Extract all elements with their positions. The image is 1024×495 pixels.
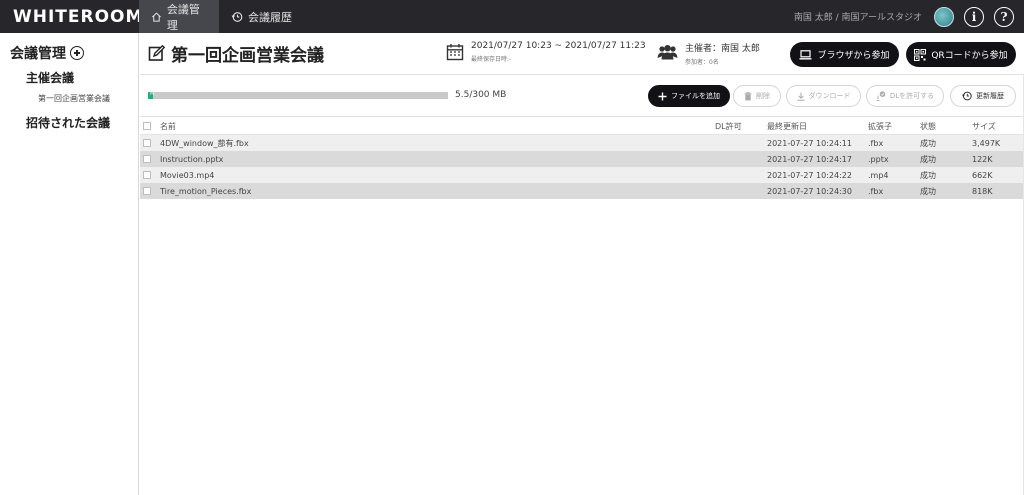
storage-bar-tag: M bbox=[150, 91, 155, 97]
add-file-label: ファイルを追加 bbox=[671, 92, 720, 100]
avatar[interactable] bbox=[934, 6, 954, 27]
file-toolbar: M 5.5/300 MB ファイルを追加 削除 ダウンロード DLを許可する 更… bbox=[140, 75, 1024, 117]
file-name: Tire_motion_Pieces.fbx bbox=[160, 186, 252, 196]
history-icon bbox=[231, 11, 243, 22]
qr-icon bbox=[914, 48, 927, 61]
sidebar: 会議管理 主催会議 第一回企画営業会議 招待された会議 bbox=[0, 33, 139, 495]
meeting-participants: 参加者：0名 bbox=[685, 59, 719, 66]
table-row[interactable]: 4DW_window_蔀有.fbx 2021-07-27 10:24:11 .f… bbox=[140, 135, 1024, 151]
nav-tab-label: 会議管理 bbox=[166, 2, 200, 32]
col-status[interactable]: 状態 bbox=[920, 121, 936, 132]
col-ext[interactable]: 拡張子 bbox=[868, 121, 892, 132]
row-checkbox[interactable] bbox=[143, 187, 151, 195]
file-size: 818K bbox=[972, 186, 993, 196]
file-ext: .mp4 bbox=[868, 170, 889, 180]
nav-tab-label: 会議履歴 bbox=[248, 10, 292, 24]
meeting-header: 第一回企画営業会議 2021/07/27 10:23 ~ 2021/07/27 … bbox=[140, 33, 1024, 75]
trash-icon bbox=[744, 91, 752, 100]
update-history-label: 更新履歴 bbox=[976, 92, 1004, 100]
storage-usage: 5.5/300 MB bbox=[455, 90, 507, 100]
calendar-icon bbox=[446, 44, 464, 61]
history-refresh-icon bbox=[962, 91, 972, 101]
help-icon[interactable]: ? bbox=[994, 6, 1014, 27]
join-qr-button[interactable]: QRコードから参加 bbox=[906, 42, 1016, 67]
file-ext: .fbx bbox=[868, 138, 884, 148]
col-dl[interactable]: DL許可 bbox=[715, 121, 742, 132]
nav-tab-meeting-management[interactable]: 会議管理 bbox=[139, 0, 219, 33]
meeting-datetime: 2021/07/27 10:23 ~ 2021/07/27 11:23 bbox=[471, 41, 646, 51]
storage-bar: M bbox=[148, 91, 448, 99]
file-size: 3,497K bbox=[972, 138, 1001, 148]
file-size: 662K bbox=[972, 170, 993, 180]
allow-download-label: DLを許可する bbox=[889, 92, 935, 100]
sidebar-invited-heading[interactable]: 招待された会議 bbox=[26, 114, 138, 131]
check-download-icon bbox=[876, 91, 886, 101]
file-status: 成功 bbox=[920, 138, 936, 148]
table-header: 名前 DL許可 最終更新日 拡張子 状態 サイズ bbox=[140, 118, 1024, 135]
allow-download-button[interactable]: DLを許可する bbox=[866, 85, 944, 107]
row-checkbox[interactable] bbox=[143, 155, 151, 163]
meeting-date-block: 2021/07/27 10:23 ~ 2021/07/27 11:23 最終保存… bbox=[446, 41, 646, 63]
sidebar-hosted-heading[interactable]: 主催会議 bbox=[26, 69, 138, 86]
meeting-last-saved: 最終保存日時:- bbox=[471, 56, 512, 63]
laptop-icon bbox=[799, 49, 812, 59]
table-row[interactable]: Movie03.mp4 2021-07-27 10:24:22 .mp4 成功 … bbox=[140, 167, 1024, 183]
delete-button[interactable]: 削除 bbox=[733, 85, 781, 107]
file-ext: .fbx bbox=[868, 186, 884, 196]
file-status: 成功 bbox=[920, 154, 936, 164]
file-ext: .pptx bbox=[868, 154, 889, 164]
meeting-host-block: 主催者：南国 太郎 参加者：0名 bbox=[657, 41, 760, 66]
file-name: Instruction.pptx bbox=[160, 154, 224, 164]
user-name: 南国 太郎 / 南国アールスタジオ bbox=[793, 13, 922, 23]
page-title: 第一回企画営業会議 bbox=[171, 46, 324, 66]
people-icon bbox=[657, 45, 678, 60]
update-history-button[interactable]: 更新履歴 bbox=[950, 85, 1016, 107]
join-browser-label: ブラウザから参加 bbox=[817, 51, 890, 61]
col-name[interactable]: 名前 bbox=[160, 121, 176, 132]
table-row[interactable]: Tire_motion_Pieces.fbx 2021-07-27 10:24:… bbox=[140, 183, 1024, 199]
file-table: 名前 DL許可 最終更新日 拡張子 状態 サイズ 4DW_window_蔀有.f… bbox=[140, 118, 1024, 199]
home-icon bbox=[152, 11, 161, 22]
file-updated: 2021-07-27 10:24:17 bbox=[767, 154, 852, 164]
main-panel: 第一回企画営業会議 2021/07/27 10:23 ~ 2021/07/27 … bbox=[140, 33, 1024, 495]
user-area: 南国 太郎 / 南国アールスタジオ i ? bbox=[794, 0, 1024, 33]
title-wrap: 第一回企画営業会議 bbox=[148, 41, 324, 66]
delete-label: 削除 bbox=[756, 92, 770, 100]
sidebar-title: 会議管理 bbox=[10, 43, 138, 63]
file-name: 4DW_window_蔀有.fbx bbox=[160, 138, 249, 148]
top-bar: WHITEROOM 会議管理 会議履歴 南国 太郎 / 南国アールスタジオ i … bbox=[0, 0, 1024, 33]
file-size: 122K bbox=[972, 154, 993, 164]
plus-icon bbox=[658, 92, 667, 100]
add-file-button[interactable]: ファイルを追加 bbox=[648, 85, 730, 107]
meeting-host: 主催者：南国 太郎 bbox=[685, 44, 760, 54]
row-checkbox[interactable] bbox=[143, 171, 151, 179]
download-icon bbox=[797, 92, 804, 101]
file-updated: 2021-07-27 10:24:11 bbox=[767, 138, 852, 148]
select-all-checkbox[interactable] bbox=[143, 122, 151, 130]
join-qr-label: QRコードから参加 bbox=[931, 51, 1008, 61]
info-icon[interactable]: i bbox=[964, 6, 984, 27]
edit-icon[interactable] bbox=[148, 45, 165, 62]
file-status: 成功 bbox=[920, 186, 936, 196]
sidebar-title-label: 会議管理 bbox=[10, 46, 66, 62]
plus-circle-icon[interactable] bbox=[70, 46, 84, 60]
file-updated: 2021-07-27 10:24:30 bbox=[767, 186, 852, 196]
join-browser-button[interactable]: ブラウザから参加 bbox=[790, 42, 899, 67]
file-name: Movie03.mp4 bbox=[160, 170, 215, 180]
sidebar-item-meeting[interactable]: 第一回企画営業会議 bbox=[38, 93, 138, 104]
download-button[interactable]: ダウンロード bbox=[786, 85, 861, 107]
col-size[interactable]: サイズ bbox=[972, 121, 996, 132]
app-logo[interactable]: WHITEROOM bbox=[0, 0, 142, 33]
file-updated: 2021-07-27 10:24:22 bbox=[767, 170, 852, 180]
col-updated[interactable]: 最終更新日 bbox=[767, 121, 807, 132]
nav-tab-meeting-history[interactable]: 会議履歴 bbox=[219, 0, 304, 33]
download-label: ダウンロード bbox=[808, 92, 851, 100]
file-status: 成功 bbox=[920, 170, 936, 180]
table-row[interactable]: Instruction.pptx 2021-07-27 10:24:17 .pp… bbox=[140, 151, 1024, 167]
row-checkbox[interactable] bbox=[143, 139, 151, 147]
